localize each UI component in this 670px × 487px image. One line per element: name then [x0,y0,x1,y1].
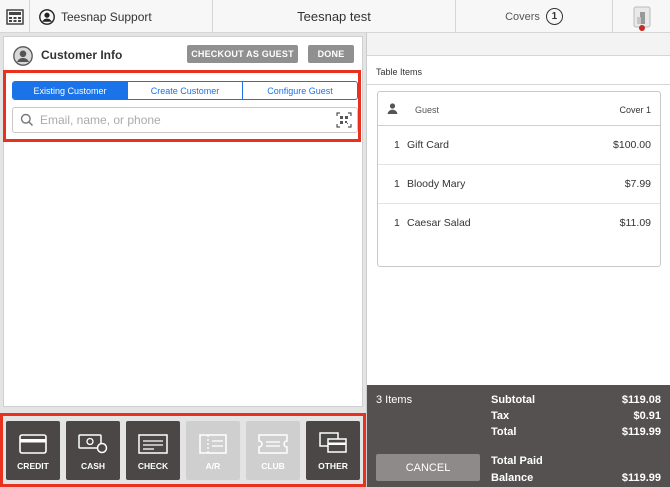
guest-items-box: Guest Cover 1 1 Gift Card $100.00 1 Bloo… [377,91,661,267]
done-button[interactable]: DONE [308,45,354,63]
table-row[interactable]: 1 Caesar Salad $11.09 [378,204,660,243]
total-label: Total [491,426,517,438]
customer-info-title: Customer Info [41,48,123,62]
cancel-button[interactable]: CANCEL [376,454,480,481]
guest-header[interactable]: Guest Cover 1 [378,92,660,126]
table-panel: Table Items Guest Cover 1 1 Gift Card $1… [366,33,670,487]
top-bar: Teesnap Support Teesnap test Covers 1 [0,0,670,33]
checkout-as-guest-button[interactable]: CHECKOUT AS GUEST [187,45,298,63]
order-summary: 3 Items Subtotal $119.08 Tax $0.91 Total… [367,385,670,487]
subtotal-value: $119.08 [621,394,661,406]
item-price: $7.99 [624,178,651,190]
tax-value: $0.91 [633,410,661,422]
item-price: $100.00 [613,139,651,151]
item-name: Bloody Mary [407,178,466,190]
table-items-panel: Guest Cover 1 1 Gift Card $100.00 1 Bloo… [367,85,670,385]
item-name: Caesar Salad [407,217,471,229]
guest-icon [387,103,398,114]
customer-panel: Customer Info CHECKOUT AS GUEST DONE Exi… [0,33,366,487]
subtotal-label: Subtotal [491,394,535,406]
item-qty: 1 [394,139,400,151]
user-button[interactable]: Teesnap Support [30,0,213,33]
register-icon [5,8,24,25]
covers-label: Covers [505,10,540,23]
table-title: Teesnap test [213,0,456,33]
balance-value: $119.99 [621,472,661,484]
item-qty: 1 [394,217,400,229]
user-name: Teesnap Support [61,9,152,24]
covers-count: 1 [545,8,563,25]
register-menu-button[interactable] [0,0,30,33]
table-items-header: Table Items [367,55,670,85]
items-count: 3 Items [376,394,413,406]
item-name: Gift Card [407,139,450,151]
tax-label: Tax [491,410,510,422]
user-avatar-icon [39,8,55,25]
table-row[interactable]: 1 Bloody Mary $7.99 [378,165,660,204]
customer-search-highlight [3,70,361,142]
guest-label: Guest [415,105,440,115]
item-price: $11.09 [619,217,651,229]
customer-icon [13,46,33,66]
table-row[interactable]: 1 Gift Card $100.00 [378,126,660,165]
item-qty: 1 [394,178,400,190]
payment-highlight [0,413,366,487]
covers-button[interactable]: Covers 1 [456,0,613,33]
cover-label: Cover 1 [619,105,651,115]
alert-dot [639,25,645,31]
total-value: $119.99 [621,426,661,438]
balance-label: Balance [491,472,534,484]
total-paid-label: Total Paid [491,455,543,467]
customer-header: Customer Info CHECKOUT AS GUEST DONE [4,37,362,73]
